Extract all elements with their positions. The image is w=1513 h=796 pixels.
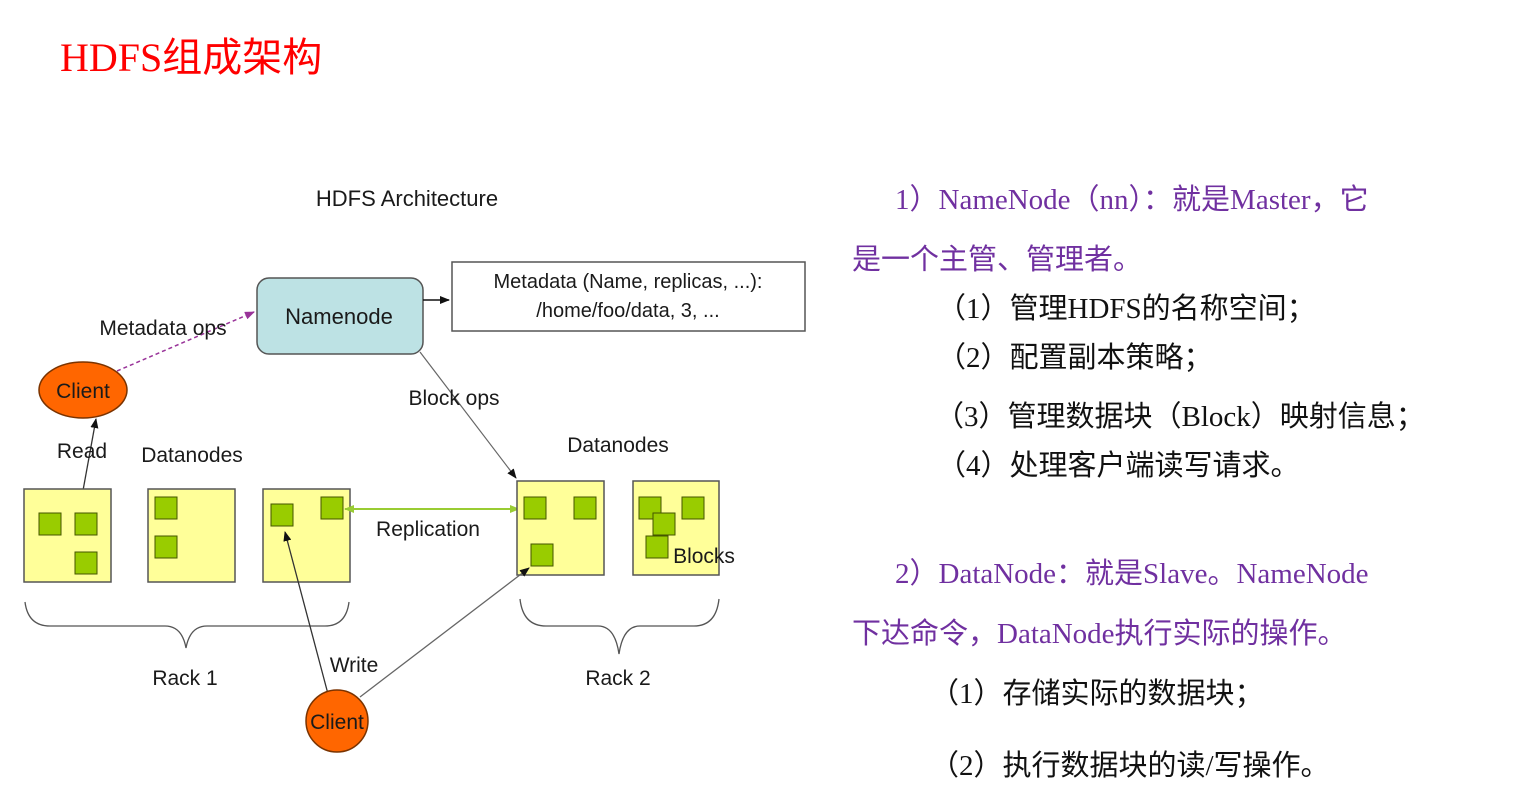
rack1-datanode-3 [262,488,351,583]
namenode-label: Namenode [285,304,393,329]
rack1-datanode-2 [147,488,236,583]
metadata-ops-label: Metadata ops [99,317,226,340]
metadata-line-2: /home/foo/data, 3, ... [536,300,719,322]
rack1-datanode-1 [23,488,112,583]
namenode-node: Namenode [256,277,424,355]
read-label: Read [57,440,107,463]
client-bottom-label: Client [310,711,364,734]
rack1-brace [24,601,350,649]
rack2-datanodes-heading: Datanodes [567,434,669,457]
client-top-label: Client [56,380,110,403]
namenode-item-3: （3）管理数据块（Block）映射信息； [935,401,1425,433]
namenode-heading-line-1: 1）NameNode（nn）：就是Master，它 [895,184,1369,216]
block [681,496,705,520]
block-ops-arrow [419,351,517,479]
block [270,503,294,527]
block [645,535,669,559]
datanode-item-1: （1）存储实际的数据块； [930,678,1264,710]
block [74,512,98,536]
rack1-datanodes-heading: Datanodes [141,444,243,467]
rack2-datanode-2: Blocks [632,480,735,576]
block [154,535,178,559]
namenode-item-2: （2）配置副本策略； [937,342,1213,374]
block [74,551,98,575]
hdfs-architecture-diagram: HDFS Architecture Namenode Metadata (Nam… [23,186,806,753]
block [652,512,676,536]
replication-label: Replication [376,518,480,541]
block [523,496,547,520]
rack1-label: Rack 1 [152,667,217,690]
metadata-box: Metadata (Name, replicas, ...): /home/fo… [451,261,806,332]
namenode-item-1: （1）管理HDFS的名称空间； [937,293,1316,325]
client-top: Client [38,361,128,419]
namenode-item-4: （4）处理客户端读写请求。 [937,450,1300,482]
write-label: Write [330,654,379,677]
namenode-heading-line-2: 是一个主管、管理者。 [852,244,1143,276]
metadata-line-1: Metadata (Name, replicas, ...): [494,271,763,293]
block [38,512,62,536]
block [573,496,597,520]
rack2-datanode-1 [516,480,605,576]
write-arrow-rack2 [359,567,530,698]
diagram-title: HDFS Architecture [316,186,498,211]
datanode-item-2: （2）执行数据块的读/写操作。 [930,750,1330,782]
client-bottom: Client [305,689,369,753]
blocks-label: Blocks [673,545,735,568]
block [154,496,178,520]
datanode-heading-line-1: 2）DataNode：就是Slave。NameNode [895,558,1369,590]
rack2-label: Rack 2 [585,667,650,690]
block [320,496,344,520]
block-ops-label: Block ops [408,387,499,410]
rack2-brace [519,598,720,655]
block [530,543,554,567]
datanode-heading-line-2: 下达命令，DataNode执行实际的操作。 [852,618,1347,650]
